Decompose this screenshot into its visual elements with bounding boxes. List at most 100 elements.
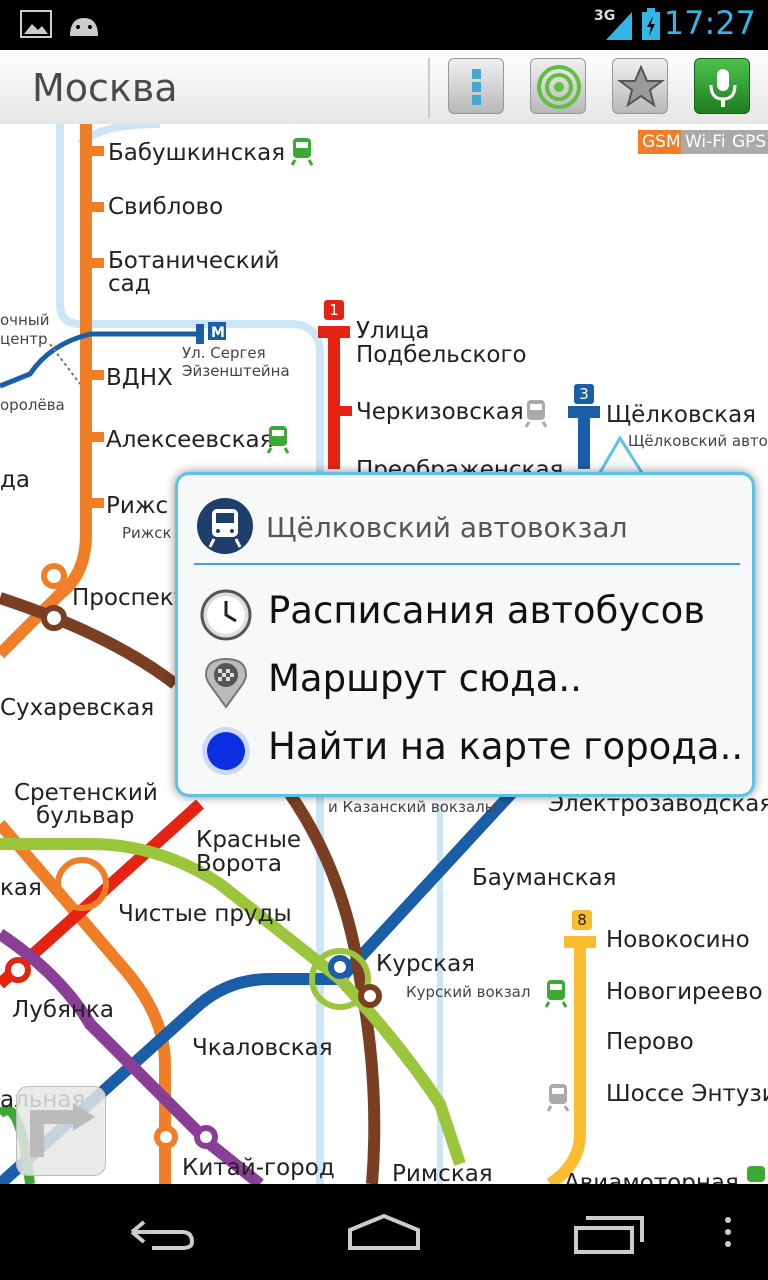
route-pin-icon [204, 657, 248, 709]
list-view-button[interactable] [448, 58, 504, 114]
station-label[interactable]: Ворота [196, 852, 282, 876]
station-label[interactable]: Рижс [106, 494, 168, 518]
list-icon [472, 69, 481, 105]
gps-indicator: GPS [728, 130, 768, 154]
line-yellow-terminal [564, 936, 596, 948]
train-icon [266, 426, 290, 454]
station-label[interactable]: Проспект [72, 586, 187, 610]
svg-text:M: M [211, 325, 225, 341]
toolbar-divider [428, 58, 430, 118]
station-label[interactable]: Сухаревская [0, 696, 154, 720]
station-label[interactable]: Авиамоторная [564, 1171, 739, 1184]
line-badge-8: 8 [572, 910, 592, 930]
station-label[interactable]: Лубянка [12, 998, 114, 1022]
station-label[interactable]: да [0, 468, 30, 492]
home-button[interactable] [336, 1204, 432, 1260]
station-label[interactable]: Рижск [122, 524, 172, 542]
station-label[interactable]: Курская [376, 952, 475, 976]
clock: 17:27 [663, 4, 756, 42]
interchange-node [41, 563, 67, 589]
favorites-button[interactable] [612, 58, 668, 114]
station-label[interactable]: бульвар [36, 804, 134, 828]
menu-item-label: Расписания автобусов [268, 589, 706, 632]
recent-apps-icon [574, 1216, 644, 1254]
city-map-corner-button[interactable] [16, 1086, 106, 1176]
station-label[interactable]: Сретенский [14, 781, 158, 805]
station-label[interactable]: Эйзенштейна [182, 362, 290, 380]
station-label[interactable]: Ул. Сергея [182, 344, 266, 362]
interchange-node [328, 955, 352, 979]
popup-divider [194, 563, 740, 565]
station-label[interactable]: Щёлковская [606, 403, 756, 427]
station-label[interactable]: ВДНХ [106, 366, 173, 390]
station-label[interactable]: Бауманская [472, 866, 616, 890]
station-label[interactable]: кая [0, 876, 42, 900]
station-label[interactable]: Перово [606, 1030, 694, 1054]
station-label[interactable]: Красные [196, 828, 301, 852]
interchange-node [41, 605, 67, 631]
interchange-node [358, 984, 382, 1008]
train-icon [524, 400, 548, 428]
train-icon [544, 980, 568, 1008]
station-label[interactable]: Ботанический [108, 249, 280, 273]
android-notification-icon [70, 18, 98, 36]
station-label[interactable]: сад [108, 272, 151, 296]
recent-apps-button[interactable] [562, 1204, 658, 1260]
map-fold-icon [30, 1103, 95, 1157]
station-label[interactable]: Чкаловская [192, 1036, 333, 1060]
target-icon [537, 65, 581, 109]
train-icon [290, 138, 314, 166]
station-label[interactable]: очный [0, 311, 49, 329]
station-label[interactable]: Улица [356, 319, 429, 343]
station-label[interactable]: Алексеевская [106, 428, 273, 452]
route-here-item[interactable]: Маршрут сюда.. [192, 651, 742, 711]
tick [340, 406, 352, 416]
system-nav-bar [0, 1184, 768, 1280]
line-badge-3: 3 [574, 384, 594, 404]
station-label[interactable]: Черкизовская [356, 400, 524, 424]
station-label[interactable]: Подбельского [356, 343, 527, 367]
voice-search-button[interactable] [694, 58, 750, 114]
back-button[interactable] [112, 1204, 208, 1260]
signal-strength-icon [606, 12, 632, 40]
gps-button[interactable] [530, 58, 586, 114]
tick [92, 370, 104, 380]
popup-title: Щёлковский автовокзал [266, 511, 628, 544]
station-label[interactable]: Римская [392, 1162, 493, 1184]
ground-path [49, 343, 81, 385]
bus-station-icon [197, 498, 253, 554]
station-label[interactable]: Свиблово [108, 195, 223, 219]
station-label[interactable]: центр [0, 330, 48, 348]
interchange-node [194, 1125, 218, 1149]
overflow-icon [725, 1217, 731, 1247]
star-icon [617, 64, 665, 108]
line-blue-terminal [568, 406, 600, 418]
clock-icon [200, 589, 252, 641]
gallery-notification-icon [20, 10, 52, 38]
tick [92, 258, 104, 268]
overflow-menu-button[interactable] [704, 1204, 752, 1260]
line-red-terminal [318, 326, 350, 338]
station-label[interactable]: Курский вокзал [406, 983, 530, 1001]
station-label[interactable]: Новогиреево [606, 980, 763, 1004]
station-label[interactable]: Китай-город [182, 1156, 335, 1180]
line-badge-1: 1 [324, 300, 344, 320]
station-label[interactable]: Новокосино [606, 928, 750, 952]
train-icon [546, 1084, 570, 1112]
station-label[interactable]: Щёлковский автовок [628, 432, 768, 450]
station-label[interactable]: Бабушкинская [108, 141, 285, 165]
station-label[interactable]: Шоссе Энтузиа [606, 1082, 768, 1106]
station-label[interactable]: Чистые пруды [118, 902, 292, 926]
station-label[interactable]: оролёва [0, 396, 65, 414]
city-title[interactable]: Москва [32, 66, 178, 110]
tick [92, 202, 104, 212]
status-bar: 3G 17:27 [0, 0, 768, 50]
train-icon [747, 1166, 765, 1182]
bus-schedule-item[interactable]: Расписания автобусов [192, 583, 742, 643]
station-label[interactable]: и Казанский вокзалы [328, 798, 497, 816]
interchange-node [154, 1125, 178, 1149]
menu-item-label: Найти на карте города.. [268, 725, 744, 768]
find-on-city-map-item[interactable]: Найти на карте города.. [192, 719, 744, 779]
app-toolbar: Москва [0, 50, 768, 125]
interchange-node [5, 957, 31, 983]
